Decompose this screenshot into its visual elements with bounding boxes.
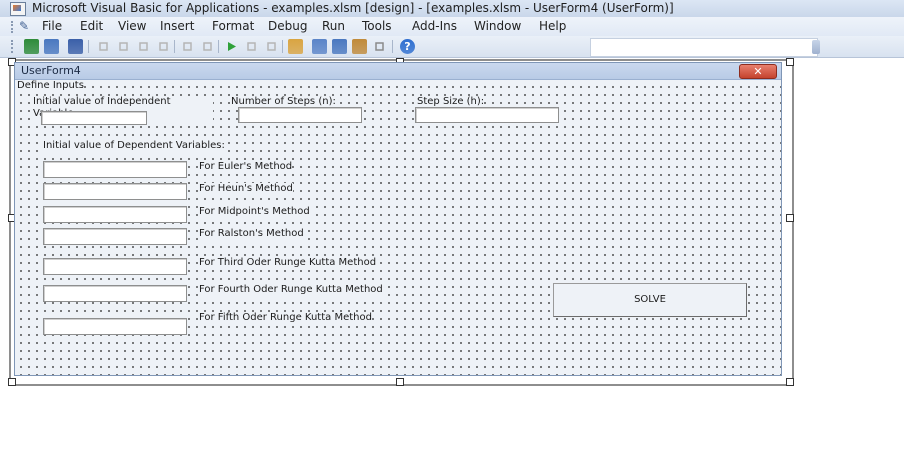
resize-handle-bottom-right[interactable]: [786, 378, 794, 386]
euler-input[interactable]: [43, 161, 187, 178]
run-icon[interactable]: [224, 39, 239, 54]
rk3-input[interactable]: [43, 258, 187, 275]
menu-file[interactable]: File: [42, 18, 62, 35]
independent-variable-input[interactable]: [41, 111, 147, 125]
standard-toolbar: ?: [0, 36, 904, 58]
userform-window[interactable]: UserForm4 ✕ Define Inputs Initial value …: [14, 62, 782, 376]
object-browser-icon[interactable]: [352, 39, 367, 54]
toolbar-grip-icon: [11, 40, 15, 53]
menu-tools[interactable]: Tools: [362, 18, 392, 35]
help-icon[interactable]: ?: [400, 39, 415, 54]
userform-title: UserForm4: [21, 64, 81, 77]
toolbar-separator: [218, 40, 219, 53]
solve-button[interactable]: SOLVE: [553, 283, 747, 317]
insert-userform-icon[interactable]: [44, 39, 59, 54]
cut-icon[interactable]: [96, 39, 111, 54]
view-excel-icon[interactable]: [24, 39, 39, 54]
menu-view[interactable]: View: [118, 18, 146, 35]
rk4-method-label: For Fourth Oder Runge Kutta Method: [199, 284, 383, 296]
userform-title-bar: UserForm4 ✕: [15, 63, 781, 80]
midpoint-method-label: For Midpoint's Method: [199, 206, 310, 218]
steps-input[interactable]: [238, 107, 362, 123]
rk3-method-label: For Third Oder Runge Kutta Method: [199, 257, 377, 269]
close-icon[interactable]: ✕: [739, 64, 777, 79]
rk5-method-label: For Fifth Oder Runge Kutta Method: [199, 312, 372, 324]
toolbar-empty-area: [590, 38, 818, 57]
menu-debug[interactable]: Debug: [268, 18, 307, 35]
vba-menu-icon[interactable]: ✎: [16, 19, 32, 34]
ralston-input[interactable]: [43, 228, 187, 245]
midpoint-input[interactable]: [43, 206, 187, 223]
toolbox-icon[interactable]: [372, 39, 387, 54]
break-icon[interactable]: [244, 39, 259, 54]
toolbar-separator: [282, 40, 283, 53]
toolbar-separator: [174, 40, 175, 53]
toolbar-separator: [392, 40, 393, 53]
menu-insert[interactable]: Insert: [160, 18, 194, 35]
userform-client-area: Define Inputs Initial value of Independe…: [15, 80, 781, 375]
paste-icon[interactable]: [136, 39, 151, 54]
euler-method-label: For Euler's Method: [199, 161, 293, 173]
rk4-input[interactable]: [43, 285, 187, 302]
redo-icon[interactable]: [200, 39, 215, 54]
window-title: Microsoft Visual Basic for Applications …: [32, 1, 674, 15]
window-title-bar: Microsoft Visual Basic for Applications …: [0, 0, 904, 18]
find-icon[interactable]: [156, 39, 171, 54]
rk5-input[interactable]: [43, 318, 187, 335]
resize-handle-top-right[interactable]: [786, 58, 794, 66]
menu-add-ins[interactable]: Add-Ins: [412, 18, 457, 35]
toolbar-separator: [88, 40, 89, 53]
project-explorer-icon[interactable]: [312, 39, 327, 54]
menu-bar: ✎ File Edit View Insert Format Debug Run…: [0, 17, 904, 36]
heun-method-label: For Heun's Method: [199, 183, 293, 195]
define-inputs-label: Define Inputs: [17, 80, 84, 92]
menu-format[interactable]: Format: [212, 18, 254, 35]
resize-handle-bottom[interactable]: [396, 378, 404, 386]
menu-run[interactable]: Run: [322, 18, 345, 35]
design-mode-icon[interactable]: [288, 39, 303, 54]
copy-icon[interactable]: [116, 39, 131, 54]
properties-window-icon[interactable]: [332, 39, 347, 54]
save-icon[interactable]: [68, 39, 83, 54]
heun-input[interactable]: [43, 183, 187, 200]
menu-edit[interactable]: Edit: [80, 18, 103, 35]
resize-handle-bottom-left[interactable]: [8, 378, 16, 386]
dependent-variables-label: Initial value of Dependent Variables:: [43, 140, 225, 152]
toolbar-overflow-icon[interactable]: [812, 40, 820, 54]
undo-icon[interactable]: [180, 39, 195, 54]
resize-handle-right[interactable]: [786, 214, 794, 222]
step-size-input[interactable]: [415, 107, 559, 123]
menu-window[interactable]: Window: [474, 18, 521, 35]
reset-icon[interactable]: [264, 39, 279, 54]
vba-app-icon: [10, 2, 26, 16]
menu-grip-icon: [11, 21, 15, 33]
ralston-method-label: For Ralston's Method: [199, 228, 304, 240]
menu-help[interactable]: Help: [539, 18, 566, 35]
